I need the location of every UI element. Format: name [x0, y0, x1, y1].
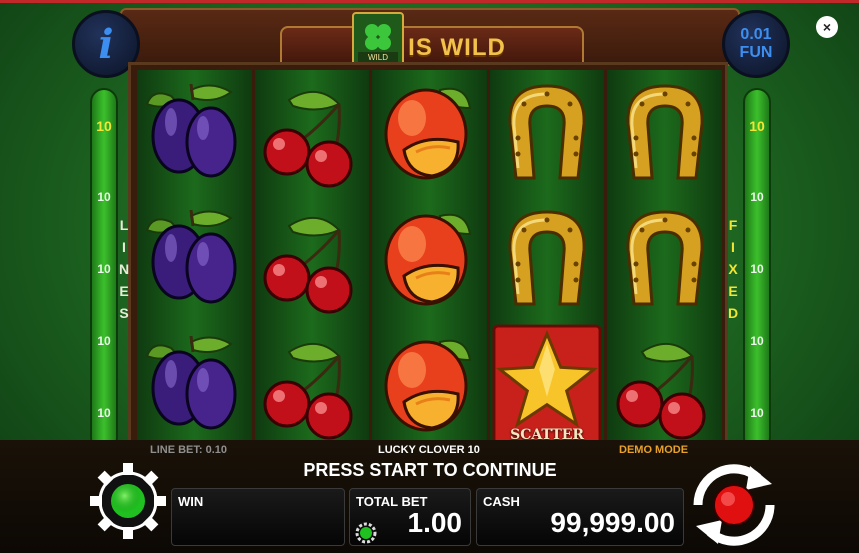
status-message: PRESS START TO CONTINUE — [303, 460, 557, 480]
line-number: 10 — [750, 334, 764, 348]
info-icon: i — [98, 20, 114, 68]
clover-wild-label: WILD — [368, 53, 388, 62]
cherry-icon — [257, 325, 367, 445]
cash-value: 99,999.00 — [550, 507, 675, 538]
bet-settings-icon[interactable] — [354, 521, 378, 545]
peach-icon — [374, 73, 484, 193]
total-bet-panel[interactable]: TOTAL BET 1.00 — [349, 488, 471, 546]
reel-3 — [372, 70, 487, 448]
cherry-icon — [257, 199, 367, 319]
reel-4: SCATTER — [489, 70, 605, 448]
denomination-button[interactable]: 0.01 FUN — [722, 10, 790, 78]
line-number: 10 — [97, 334, 111, 348]
reel-2 — [254, 70, 370, 448]
lines-label: LINES — [118, 217, 130, 321]
horseshoe-icon — [610, 73, 720, 193]
line-number: 10 — [750, 406, 764, 420]
win-panel: WIN — [171, 488, 345, 546]
peach-icon — [374, 199, 484, 319]
wild-banner-text: IS WILD — [408, 34, 506, 61]
mode-label: DEMO MODE — [619, 444, 689, 456]
cherry-icon — [257, 73, 367, 193]
fixed-label: FIXED — [727, 217, 739, 321]
lines-bar-left: 10 10 10 10 10 — [90, 88, 118, 452]
line-bet-info: LINE BET: 0.10 — [150, 444, 228, 456]
lines-bar-right: 10 10 10 10 10 — [743, 88, 771, 452]
reel-5 — [607, 70, 722, 448]
denomination-value: 0.01 — [740, 26, 772, 43]
peach-icon — [374, 325, 484, 445]
clover-wild-icon: WILD — [352, 12, 404, 68]
spin-button[interactable] — [688, 462, 780, 548]
horseshoe-icon — [492, 73, 602, 193]
horseshoe-icon — [492, 199, 602, 319]
horseshoe-icon — [610, 199, 720, 319]
reel-1 — [137, 70, 252, 448]
close-button[interactable]: × — [816, 16, 838, 38]
line-number: 10 — [96, 118, 112, 134]
game-name: LUCKY CLOVER 10 — [378, 444, 480, 456]
scatter-icon: SCATTER — [492, 324, 602, 446]
line-number: 10 — [750, 262, 764, 276]
win-label: WIN — [178, 494, 204, 509]
settings-gear-button[interactable] — [88, 456, 168, 546]
plum-icon — [139, 199, 249, 319]
cherry-icon — [610, 325, 720, 445]
plum-icon — [139, 325, 249, 445]
line-number: 10 — [750, 190, 764, 204]
plum-icon — [139, 73, 249, 193]
line-number: 10 — [97, 262, 111, 276]
denomination-currency: FUN — [739, 44, 773, 61]
cash-panel: CASH 99,999.00 — [476, 488, 684, 546]
line-number: 10 — [749, 118, 765, 134]
reels: SCATTER — [137, 70, 722, 448]
line-number: 10 — [97, 190, 111, 204]
line-number: 10 — [97, 406, 111, 420]
total-bet-value: 1.00 — [407, 507, 463, 538]
cash-label: CASH — [483, 494, 520, 509]
close-icon: × — [822, 19, 832, 35]
